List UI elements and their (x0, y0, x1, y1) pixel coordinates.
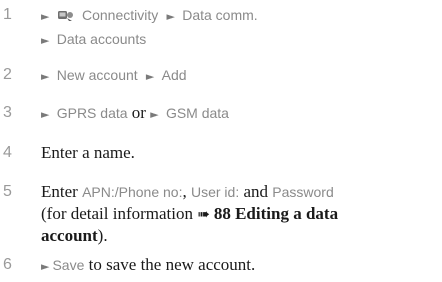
menu-item-connectivity: Connectivity (81, 7, 159, 23)
step-body: ► GPRS data or ► GSM data (41, 102, 438, 126)
right-triangle-icon: ► (41, 260, 50, 273)
field-user-id: User id: (190, 184, 240, 200)
right-triangle-icon: ► (41, 10, 50, 23)
step-line: ► New account ► Add (41, 64, 438, 88)
field-apn-phone: APN:/Phone no: (82, 184, 183, 200)
step-number: 1 (3, 6, 12, 23)
step-line: Enter APN:/Phone no:, User id: and Passw… (41, 181, 438, 203)
step-body: ► Save to save the new account. (41, 254, 438, 278)
step-text: and (239, 182, 273, 201)
right-triangle-icon: ► (41, 108, 50, 121)
reference-link: 88 Editing a data (213, 204, 339, 223)
right-triangle-icon: ► (166, 10, 175, 23)
menu-item-data-accounts: Data accounts (56, 31, 147, 47)
step-text: (for detail information (41, 204, 198, 223)
menu-item-add: Add (161, 67, 187, 83)
right-triangle-icon: ► (41, 34, 50, 47)
menu-item-gprs-data: GPRS data (56, 105, 128, 121)
right-triangle-icon: ► (145, 70, 155, 83)
menu-item-data-comm: Data comm. (182, 7, 258, 23)
hand-arrow-icon: ➠ (197, 205, 210, 223)
step-number: 2 (3, 66, 12, 83)
step-line: (for detail information ➠ 88 Editing a da… (41, 203, 438, 225)
field-password: Password (272, 184, 334, 200)
step-line: ► Data accounts (41, 28, 438, 52)
menu-item-new-account: New account (56, 67, 138, 83)
step-text: Enter a name. (41, 143, 135, 162)
step-body: Enter a name. (41, 142, 438, 164)
connector-text: or (131, 103, 146, 122)
step-line: ► Save to save the new account. (41, 254, 438, 278)
right-triangle-icon: ► (150, 108, 159, 121)
step-text: ). (97, 226, 108, 245)
menu-item-save: Save (52, 257, 85, 273)
step-line: ► Connectivity ► Data comm. (41, 4, 438, 28)
step-body: ► New account ► Add (41, 64, 438, 88)
step-text: , (182, 182, 191, 201)
step-body: ► Connectivity ► Data comm. ► Data accou… (41, 4, 438, 52)
right-triangle-icon: ► (41, 70, 50, 83)
step-number: 4 (3, 144, 12, 161)
step-number: 5 (3, 183, 12, 200)
menu-item-gsm-data: GSM data (165, 105, 229, 121)
step-number: 3 (3, 104, 12, 121)
connectivity-icon (57, 11, 73, 21)
step-line: ► GPRS data or ► GSM data (41, 102, 438, 126)
step-line: account). (41, 225, 438, 247)
step-number: 6 (3, 256, 12, 273)
step-text: Enter (41, 182, 83, 201)
step-text: to save the new account. (84, 255, 256, 274)
step-body: Enter APN:/Phone no:, User id: and Passw… (41, 181, 438, 247)
reference-link-cont: account (41, 226, 98, 245)
